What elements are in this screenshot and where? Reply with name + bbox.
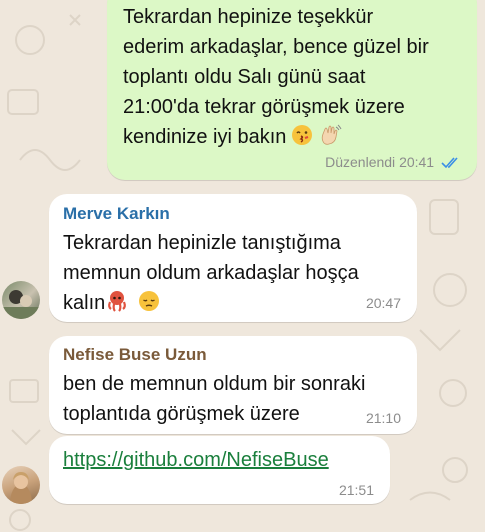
- pensive-face-emoji: [139, 291, 160, 311]
- message-line-with-emoji: kendinize iyi bakın: [123, 122, 429, 152]
- message-text: Tekrardan hepinizle tanıştığıma memnun o…: [63, 228, 359, 318]
- github-link[interactable]: https://github.com/NefiseBuse: [63, 449, 329, 471]
- avatar[interactable]: [2, 281, 40, 319]
- avatar[interactable]: [2, 466, 40, 504]
- message-line: Tekrardan hepinize teşekkür: [123, 6, 374, 28]
- edited-label: Düzenlendi: [325, 154, 396, 170]
- avatar-photo-icon: [2, 290, 40, 319]
- message-text: https://github.com/NefiseBuse: [63, 445, 329, 475]
- message-line: kendinize iyi bakın: [123, 126, 287, 148]
- avatar-photo-icon: [10, 472, 32, 504]
- message-meta: Düzenlendi 20:41: [325, 154, 461, 170]
- incoming-message-bubble[interactable]: https://github.com/NefiseBuse 21:51: [49, 436, 390, 504]
- message-time: 21:10: [365, 410, 401, 426]
- kissing-face-emoji: [292, 125, 313, 145]
- octopus-emoji: [108, 291, 127, 312]
- waving-hand-emoji: [322, 124, 342, 145]
- message-line: 21:00'da tekrar görüşmek üzere: [123, 96, 405, 118]
- message-line: ederim arkadaşlar, bence güzel bir: [123, 36, 429, 58]
- read-double-check-icon: [441, 157, 458, 169]
- message-line: toplantı oldu Salı günü saat: [123, 66, 366, 88]
- message-line: kalın: [63, 292, 106, 314]
- message-time: 20:47: [365, 295, 401, 311]
- incoming-message-bubble[interactable]: Nefise Buse Uzun ben de memnun oldum bir…: [49, 336, 417, 434]
- message-line-with-emoji: kalın: [63, 288, 359, 318]
- outgoing-message-bubble[interactable]: Tekrardan hepinize teşekkür ederim arkad…: [107, 0, 477, 180]
- message-line: ben de memnun oldum bir sonraki: [63, 373, 366, 395]
- sender-name-text: Merve Karkın: [63, 204, 170, 223]
- sender-name: Merve Karkın: [63, 204, 170, 224]
- message-line: toplantıda görüşmek üzere: [63, 403, 300, 425]
- message-text: Tekrardan hepinize teşekkür ederim arkad…: [123, 2, 429, 152]
- incoming-message-bubble[interactable]: Merve Karkın Tekrardan hepinizle tanıştı…: [49, 194, 417, 322]
- message-text: ben de memnun oldum bir sonraki toplantı…: [63, 369, 365, 429]
- message-time: 21:51: [338, 482, 374, 498]
- message-line: Tekrardan hepinizle tanıştığıma: [63, 232, 341, 254]
- message-time: 20:41: [399, 154, 435, 170]
- sender-name-text: Nefise Buse Uzun: [63, 345, 207, 364]
- message-line: memnun oldum arkadaşlar hoşça: [63, 262, 359, 284]
- sender-name: Nefise Buse Uzun: [63, 345, 207, 365]
